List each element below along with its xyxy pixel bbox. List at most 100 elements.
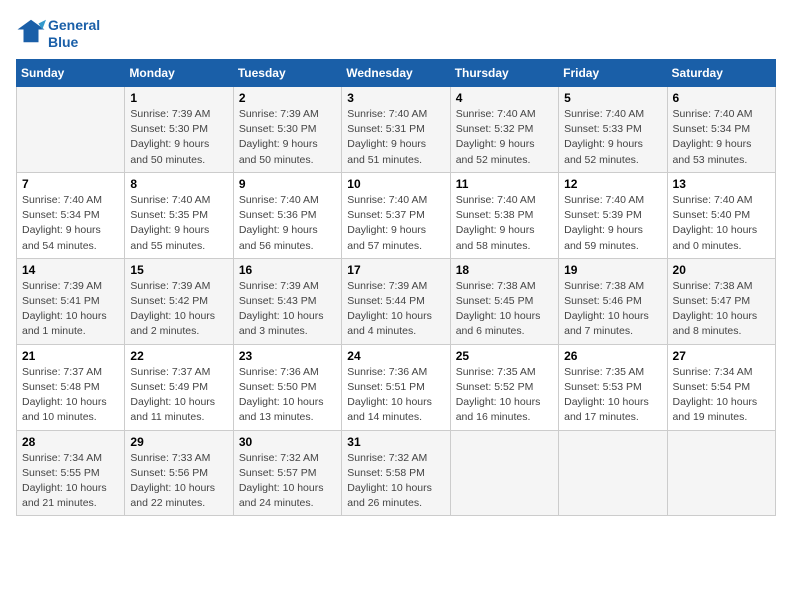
day-number: 15 (130, 263, 227, 277)
logo: General Blue (16, 16, 100, 51)
day-number: 16 (239, 263, 336, 277)
calendar-cell: 20 Sunrise: 7:38 AMSunset: 5:47 PMDayligh… (667, 258, 775, 344)
day-info: Sunrise: 7:40 AMSunset: 5:38 PMDaylight:… (456, 193, 553, 254)
day-info: Sunrise: 7:35 AMSunset: 5:53 PMDaylight:… (564, 365, 661, 426)
calendar-cell: 9 Sunrise: 7:40 AMSunset: 5:36 PMDaylight… (233, 172, 341, 258)
calendar-cell: 26Sunrise: 7:35 AMSunset: 5:53 PMDayligh… (559, 344, 667, 430)
calendar-cell: 30 Sunrise: 7:32 AMSunset: 5:57 PMDayligh… (233, 430, 341, 516)
calendar-cell: 2 Sunrise: 7:39 AMSunset: 5:30 PMDaylight… (233, 87, 341, 173)
day-number: 3 (347, 91, 444, 105)
day-info: Sunrise: 7:35 AMSunset: 5:52 PMDaylight:… (456, 365, 553, 426)
day-number: 9 (239, 177, 336, 191)
calendar-cell: 24 Sunrise: 7:36 AMSunset: 5:51 PMDayligh… (342, 344, 450, 430)
day-number: 19 (564, 263, 661, 277)
day-number: 24 (347, 349, 444, 363)
day-number: 23 (239, 349, 336, 363)
day-info: Sunrise: 7:40 AMSunset: 5:35 PMDaylight:… (130, 193, 227, 254)
day-info: Sunrise: 7:32 AMSunset: 5:57 PMDaylight:… (239, 451, 336, 512)
calendar-cell (17, 87, 125, 173)
day-info: Sunrise: 7:34 AMSunset: 5:54 PMDaylight:… (673, 365, 770, 426)
calendar-cell: 12 Sunrise: 7:40 AMSunset: 5:39 PMDayligh… (559, 172, 667, 258)
day-number: 2 (239, 91, 336, 105)
calendar-cell: 14Sunrise: 7:39 AMSunset: 5:41 PMDayligh… (17, 258, 125, 344)
calendar-cell: 6 Sunrise: 7:40 AMSunset: 5:34 PMDaylight… (667, 87, 775, 173)
day-info: Sunrise: 7:40 AMSunset: 5:39 PMDaylight:… (564, 193, 661, 254)
day-number: 6 (673, 91, 770, 105)
col-header-thursday: Thursday (450, 60, 558, 87)
calendar-cell: 5Sunrise: 7:40 AMSunset: 5:33 PMDaylight… (559, 87, 667, 173)
day-info: Sunrise: 7:36 AMSunset: 5:50 PMDaylight:… (239, 365, 336, 426)
day-number: 12 (564, 177, 661, 191)
calendar-cell: 29Sunrise: 7:33 AMSunset: 5:56 PMDayligh… (125, 430, 233, 516)
day-info: Sunrise: 7:40 AMSunset: 5:34 PMDaylight:… (22, 193, 119, 254)
day-info: Sunrise: 7:37 AMSunset: 5:49 PMDaylight:… (130, 365, 227, 426)
day-info: Sunrise: 7:40 AMSunset: 5:32 PMDaylight:… (456, 107, 553, 168)
calendar-cell: 19 Sunrise: 7:38 AMSunset: 5:46 PMDayligh… (559, 258, 667, 344)
day-number: 21 (22, 349, 119, 363)
calendar-cell: 11 Sunrise: 7:40 AMSunset: 5:38 PMDayligh… (450, 172, 558, 258)
calendar-cell: 7 Sunrise: 7:40 AMSunset: 5:34 PMDaylight… (17, 172, 125, 258)
day-info: Sunrise: 7:40 AMSunset: 5:36 PMDaylight:… (239, 193, 336, 254)
day-info: Sunrise: 7:39 AMSunset: 5:44 PMDaylight:… (347, 279, 444, 340)
day-number: 17 (347, 263, 444, 277)
col-header-wednesday: Wednesday (342, 60, 450, 87)
calendar-cell: 3 Sunrise: 7:40 AMSunset: 5:31 PMDaylight… (342, 87, 450, 173)
logo-icon (16, 16, 46, 46)
calendar-cell: 28 Sunrise: 7:34 AMSunset: 5:55 PMDayligh… (17, 430, 125, 516)
day-number: 5 (564, 91, 661, 105)
day-info: Sunrise: 7:32 AMSunset: 5:58 PMDaylight:… (347, 451, 444, 512)
day-info: Sunrise: 7:39 AMSunset: 5:42 PMDaylight:… (130, 279, 227, 340)
day-number: 1 (130, 91, 227, 105)
day-number: 14 (22, 263, 119, 277)
calendar-cell: 10Sunrise: 7:40 AMSunset: 5:37 PMDayligh… (342, 172, 450, 258)
calendar-cell: 22 Sunrise: 7:37 AMSunset: 5:49 PMDayligh… (125, 344, 233, 430)
day-info: Sunrise: 7:39 AMSunset: 5:30 PMDaylight:… (130, 107, 227, 168)
col-header-monday: Monday (125, 60, 233, 87)
calendar-cell: 27 Sunrise: 7:34 AMSunset: 5:54 PMDayligh… (667, 344, 775, 430)
day-info: Sunrise: 7:38 AMSunset: 5:45 PMDaylight:… (456, 279, 553, 340)
day-number: 30 (239, 435, 336, 449)
day-info: Sunrise: 7:40 AMSunset: 5:40 PMDaylight:… (673, 193, 770, 254)
calendar-cell (559, 430, 667, 516)
calendar-cell: 23 Sunrise: 7:36 AMSunset: 5:50 PMDayligh… (233, 344, 341, 430)
calendar-cell: 16 Sunrise: 7:39 AMSunset: 5:43 PMDayligh… (233, 258, 341, 344)
calendar-cell (450, 430, 558, 516)
calendar-cell: 1 Sunrise: 7:39 AMSunset: 5:30 PMDaylight… (125, 87, 233, 173)
day-number: 27 (673, 349, 770, 363)
day-info: Sunrise: 7:38 AMSunset: 5:47 PMDaylight:… (673, 279, 770, 340)
day-number: 28 (22, 435, 119, 449)
col-header-saturday: Saturday (667, 60, 775, 87)
day-info: Sunrise: 7:39 AMSunset: 5:30 PMDaylight:… (239, 107, 336, 168)
day-number: 22 (130, 349, 227, 363)
day-number: 4 (456, 91, 553, 105)
day-number: 10 (347, 177, 444, 191)
day-info: Sunrise: 7:34 AMSunset: 5:55 PMDaylight:… (22, 451, 119, 512)
calendar-cell: 21 Sunrise: 7:37 AMSunset: 5:48 PMDayligh… (17, 344, 125, 430)
calendar-cell: 8 Sunrise: 7:40 AMSunset: 5:35 PMDaylight… (125, 172, 233, 258)
calendar-cell: 25 Sunrise: 7:35 AMSunset: 5:52 PMDayligh… (450, 344, 558, 430)
day-number: 13 (673, 177, 770, 191)
day-info: Sunrise: 7:40 AMSunset: 5:34 PMDaylight:… (673, 107, 770, 168)
day-number: 20 (673, 263, 770, 277)
day-number: 11 (456, 177, 553, 191)
day-number: 31 (347, 435, 444, 449)
col-header-tuesday: Tuesday (233, 60, 341, 87)
calendar-cell: 15 Sunrise: 7:39 AMSunset: 5:42 PMDayligh… (125, 258, 233, 344)
day-info: Sunrise: 7:36 AMSunset: 5:51 PMDaylight:… (347, 365, 444, 426)
day-info: Sunrise: 7:38 AMSunset: 5:46 PMDaylight:… (564, 279, 661, 340)
calendar-cell: 17 Sunrise: 7:39 AMSunset: 5:44 PMDayligh… (342, 258, 450, 344)
calendar-cell: 13 Sunrise: 7:40 AMSunset: 5:40 PMDayligh… (667, 172, 775, 258)
day-info: Sunrise: 7:33 AMSunset: 5:56 PMDaylight:… (130, 451, 227, 512)
calendar-cell: 31 Sunrise: 7:32 AMSunset: 5:58 PMDayligh… (342, 430, 450, 516)
day-number: 7 (22, 177, 119, 191)
calendar-cell: 18 Sunrise: 7:38 AMSunset: 5:45 PMDayligh… (450, 258, 558, 344)
day-number: 18 (456, 263, 553, 277)
day-number: 8 (130, 177, 227, 191)
day-number: 25 (456, 349, 553, 363)
day-info: Sunrise: 7:39 AMSunset: 5:43 PMDaylight:… (239, 279, 336, 340)
day-info: Sunrise: 7:37 AMSunset: 5:48 PMDaylight:… (22, 365, 119, 426)
calendar-cell (667, 430, 775, 516)
logo-text-line1: General (48, 17, 100, 34)
day-info: Sunrise: 7:40 AMSunset: 5:31 PMDaylight:… (347, 107, 444, 168)
logo-text-line2: Blue (48, 34, 100, 51)
